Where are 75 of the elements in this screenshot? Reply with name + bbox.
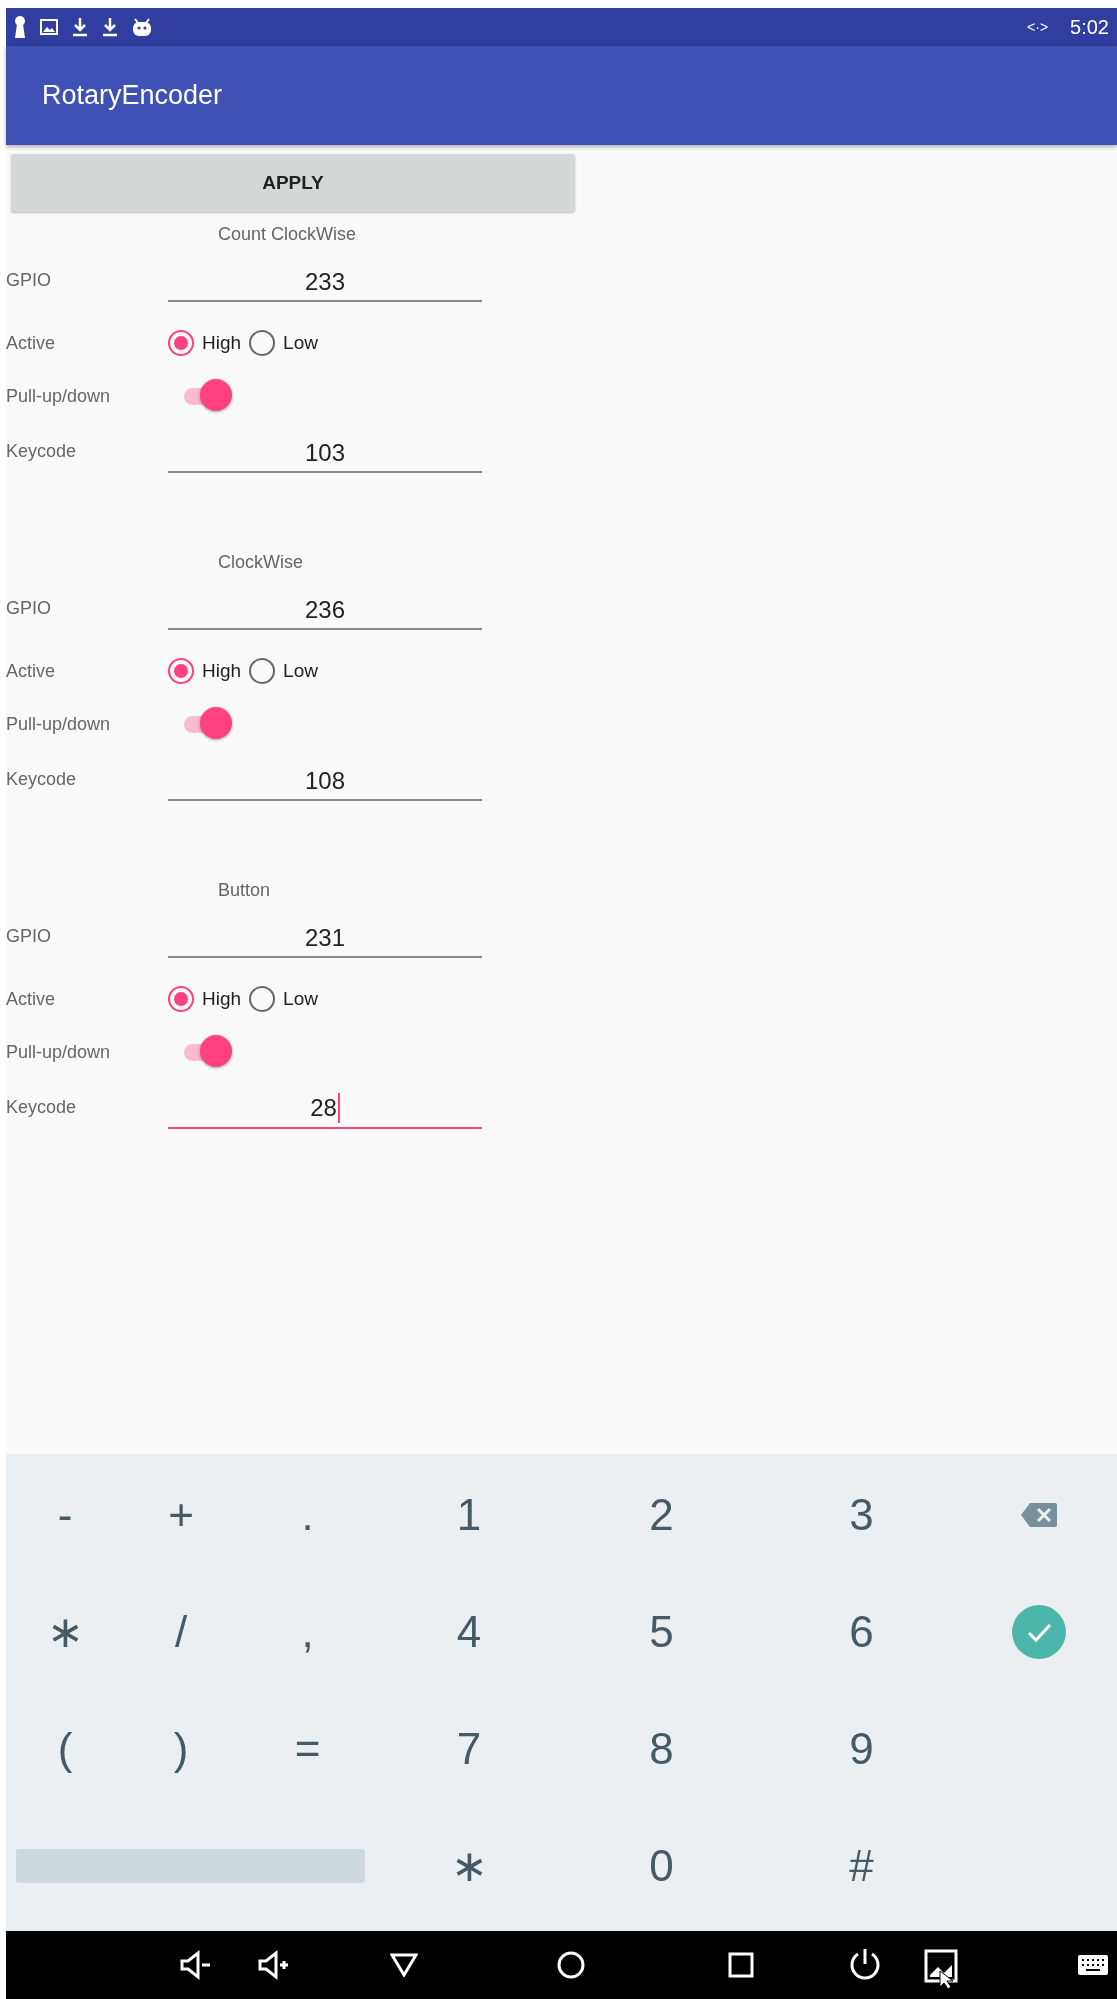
keyboard-key[interactable]: ) xyxy=(124,1690,238,1807)
connection-symbol: <·> xyxy=(1027,19,1049,35)
field-label: GPIO xyxy=(6,269,52,291)
field-label: Keycode xyxy=(6,1096,78,1118)
field-label: Active xyxy=(6,988,57,1010)
radio-button[interactable] xyxy=(249,658,276,684)
gpio-field[interactable]: 236 xyxy=(168,586,482,630)
radio-button[interactable] xyxy=(168,658,194,684)
keyboard-key[interactable]: 4 xyxy=(377,1573,561,1690)
keyboard-key[interactable]: 3 xyxy=(762,1456,961,1573)
keyboard-key[interactable]: ∗ xyxy=(6,1573,124,1690)
keyboard-key[interactable]: ∗ xyxy=(377,1807,561,1924)
section-title: Count ClockWise xyxy=(218,224,357,245)
field-label: Active xyxy=(6,332,57,354)
field-label: Active xyxy=(6,660,57,682)
home-icon[interactable] xyxy=(557,1951,585,1979)
backspace-icon[interactable] xyxy=(1020,1501,1058,1528)
volume-up-icon[interactable] xyxy=(256,1948,290,1982)
field-label: Pull-up/down xyxy=(6,1041,112,1063)
download-icon xyxy=(102,17,118,37)
radio-label: High xyxy=(202,332,242,354)
keyboard-key[interactable]: 1 xyxy=(377,1456,561,1573)
back-icon[interactable] xyxy=(390,1953,418,1977)
keyboard-key[interactable]: 8 xyxy=(561,1690,762,1807)
keyboard-key[interactable]: 2 xyxy=(561,1456,762,1573)
field-label: Keycode xyxy=(6,440,78,462)
toggle-switch[interactable] xyxy=(184,1035,234,1069)
radio-button[interactable] xyxy=(249,330,276,356)
keycode-field[interactable]: 103 xyxy=(168,429,482,473)
field-label: Pull-up/down xyxy=(6,713,112,735)
keycode-field[interactable]: 28 xyxy=(168,1085,482,1129)
radio-button[interactable] xyxy=(168,986,194,1012)
keyboard-key[interactable]: # xyxy=(762,1807,961,1924)
gpio-field[interactable]: 231 xyxy=(168,914,482,958)
radio-button[interactable] xyxy=(249,986,276,1012)
gpio-field[interactable]: 233 xyxy=(168,258,482,302)
android-icon xyxy=(132,17,152,37)
recents-icon[interactable] xyxy=(728,1952,754,1978)
keyboard-key[interactable]: ( xyxy=(6,1690,124,1807)
radio-label: High xyxy=(202,660,242,682)
keycode-field[interactable]: 108 xyxy=(168,757,482,801)
apply-button[interactable]: APPLY xyxy=(11,154,575,212)
radio-label: Low xyxy=(283,988,318,1010)
keyboard-key[interactable]: = xyxy=(238,1690,377,1807)
download-icon xyxy=(72,17,88,37)
keyboard-key[interactable]: 0 xyxy=(561,1807,762,1924)
field-label: GPIO xyxy=(6,925,52,947)
image-icon xyxy=(40,19,58,35)
keyboard-key[interactable]: , xyxy=(238,1573,377,1690)
keyboard-key[interactable]: 9 xyxy=(762,1690,961,1807)
keyhole-icon xyxy=(14,16,26,38)
keyboard-key[interactable]: 7 xyxy=(377,1690,561,1807)
keyboard-key[interactable]: - xyxy=(6,1456,124,1573)
field-label: GPIO xyxy=(6,597,52,619)
keyboard-key[interactable]: 5 xyxy=(561,1573,762,1690)
toggle-switch[interactable] xyxy=(184,707,234,741)
keyboard-key[interactable]: + xyxy=(124,1456,238,1573)
field-label: Pull-up/down xyxy=(6,385,112,407)
screenshot-icon[interactable] xyxy=(924,1949,958,1989)
keyboard-key[interactable]: 6 xyxy=(762,1573,961,1690)
radio-label: High xyxy=(202,988,242,1010)
clock: 5:02 xyxy=(1070,15,1109,39)
keyboard-key[interactable]: . xyxy=(238,1456,377,1573)
checkmark-icon[interactable] xyxy=(1012,1604,1066,1659)
radio-label: Low xyxy=(283,660,318,682)
section-title: ClockWise xyxy=(218,552,303,573)
radio-label: Low xyxy=(283,332,318,354)
keyboard-key[interactable]: / xyxy=(124,1573,238,1690)
app-title: RotaryEncoder xyxy=(42,80,223,111)
radio-button[interactable] xyxy=(168,330,194,356)
section-title: Button xyxy=(218,880,271,901)
toggle-switch[interactable] xyxy=(184,379,234,413)
keyboard-icon[interactable] xyxy=(1078,1955,1108,1975)
field-label: Keycode xyxy=(6,768,78,790)
volume-down-icon[interactable] xyxy=(178,1948,212,1982)
